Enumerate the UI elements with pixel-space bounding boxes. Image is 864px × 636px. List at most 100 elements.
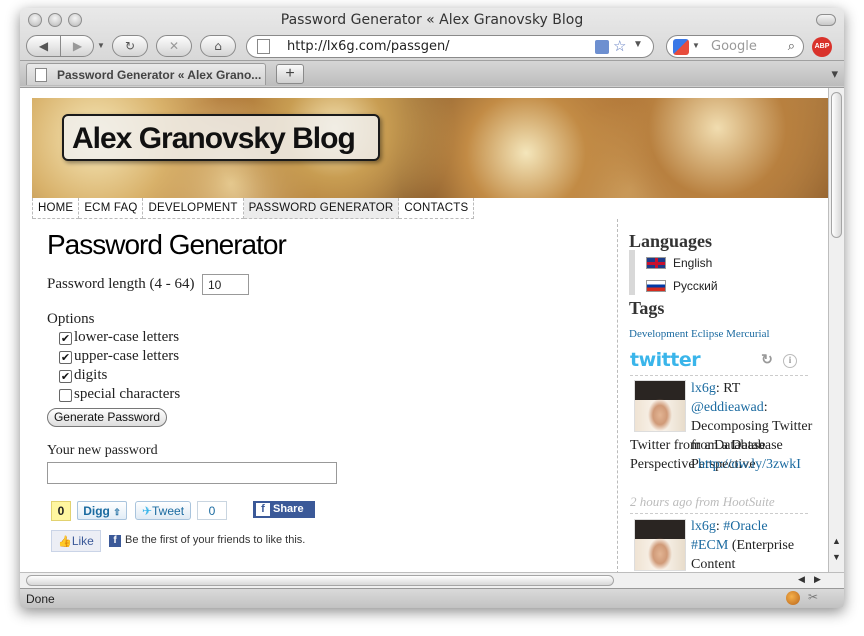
home-icon[interactable]: ⌂ xyxy=(200,35,236,57)
browser-chrome: Password Generator « Alex Granovsky Blog… xyxy=(20,8,844,88)
blog-title: Alex Granovsky Blog xyxy=(72,122,356,155)
nav-home[interactable]: HOME xyxy=(33,198,80,219)
generate-password-button[interactable]: Generate Password xyxy=(47,408,167,427)
tweet-hashtag-ecm[interactable]: #ECM xyxy=(691,538,728,553)
page-title: Password Generator xyxy=(47,229,287,260)
search-engine-dropdown-icon[interactable]: ▼ xyxy=(692,41,700,50)
nav-contacts[interactable]: CONTACTS xyxy=(399,198,475,219)
thumbs-up-icon: 👍 xyxy=(58,536,72,548)
tweet-link[interactable]: http://ow.ly/3zwkI xyxy=(698,457,801,472)
digg-count: 0 xyxy=(51,501,71,521)
browser-window: Password Generator « Alex Granovsky Blog… xyxy=(20,8,844,608)
window-title: Password Generator « Alex Granovsky Blog xyxy=(280,12,584,28)
blog-logo[interactable]: Alex Granovsky Blog xyxy=(62,114,380,161)
status-text: Done xyxy=(26,592,55,606)
facebook-like-button[interactable]: 👍Like xyxy=(51,530,101,552)
status-bar: Done ✂ xyxy=(20,588,844,608)
tweet-meta: 2 hours ago from HootSuite xyxy=(630,494,775,509)
lowercase-checkbox[interactable]: ✔ xyxy=(59,332,72,345)
page-content: Alex Granovsky Blog HOME ECM FAQ DEVELOP… xyxy=(20,88,828,572)
vertical-scroll-thumb[interactable] xyxy=(831,92,842,238)
tag-eclipse[interactable]: Eclipse xyxy=(691,328,723,340)
tweet-prefix: : RT xyxy=(715,381,741,396)
scroll-left-icon[interactable]: ◀ xyxy=(798,574,805,585)
password-generator-form: Password Generator Password length (4 - … xyxy=(47,219,617,572)
search-box[interactable]: ▼ Google ⌕ xyxy=(666,35,804,58)
new-tab-button[interactable]: + xyxy=(276,64,304,84)
adblock-icon[interactable]: ABP xyxy=(812,37,832,57)
like-text: Be the first of your friends to like thi… xyxy=(125,534,306,546)
new-password-field[interactable] xyxy=(47,462,337,484)
digg-up-icon: ⇧ xyxy=(113,507,121,517)
lowercase-label: lower-case letters xyxy=(74,329,180,345)
puzzle-icon[interactable]: ✂ xyxy=(808,590,818,604)
addon-icon[interactable] xyxy=(786,591,800,605)
vertical-scrollbar[interactable]: ▲ ▼ xyxy=(828,88,844,572)
twitter-bird-icon: ✈ xyxy=(141,504,153,518)
password-length-input[interactable]: 10 xyxy=(202,274,249,295)
tag-development[interactable]: Development xyxy=(629,328,688,340)
google-icon[interactable] xyxy=(673,39,689,55)
search-input[interactable]: Google xyxy=(711,39,757,54)
tweet-mention-link[interactable]: @eddieawad xyxy=(691,400,764,415)
tweet-count: 0 xyxy=(197,501,227,520)
sidebar: Languages English Русский Tags Developme… xyxy=(617,219,819,572)
special-characters-label: special characters xyxy=(74,386,181,402)
horizontal-scrollbar[interactable]: ◀ ▶ xyxy=(20,572,844,588)
new-password-label: Your new password xyxy=(47,443,158,458)
languages-bar xyxy=(629,250,635,295)
toolbar-toggle-button[interactable] xyxy=(816,14,836,26)
facebook-icon: f xyxy=(256,503,270,516)
facebook-share-button[interactable]: f Share xyxy=(253,501,315,518)
page-icon xyxy=(257,39,270,54)
divider xyxy=(630,513,808,514)
blog-nav: HOME ECM FAQ DEVELOPMENT PASSWORD GENERA… xyxy=(32,198,475,219)
tweet-1-continued: Twitter from a Database Perspective http… xyxy=(630,436,806,474)
nav-password-generator[interactable]: PASSWORD GENERATOR xyxy=(243,198,400,219)
like-label: Like xyxy=(71,534,94,548)
tweet-button[interactable]: ✈Tweet xyxy=(135,501,191,520)
digits-checkbox[interactable]: ✔ xyxy=(59,370,72,383)
horizontal-scroll-thumb[interactable] xyxy=(26,575,614,586)
stop-icon[interactable]: ✕ xyxy=(156,35,192,57)
uppercase-label: upper-case letters xyxy=(74,348,180,364)
tweet-user-link[interactable]: lx6g xyxy=(691,519,716,534)
forward-icon[interactable]: ▶ xyxy=(61,36,94,56)
nav-development[interactable]: DEVELOPMENT xyxy=(143,198,244,219)
length-label: Password length (4 - 64) xyxy=(47,276,195,292)
reload-icon[interactable]: ↻ xyxy=(112,35,148,57)
special-characters-checkbox[interactable] xyxy=(59,389,72,402)
tweet-hashtag-oracle[interactable]: #Oracle xyxy=(723,519,767,534)
nav-ecm-faq[interactable]: ECM FAQ xyxy=(79,198,144,219)
uppercase-checkbox[interactable]: ✔ xyxy=(59,351,72,364)
tag-mercurial[interactable]: Mercurial xyxy=(726,328,769,340)
address-bar[interactable]: http://lx6g.com/passgen/ ☆ ▼ xyxy=(246,35,654,58)
history-dropdown-icon[interactable]: ▼ xyxy=(97,41,105,50)
uk-flag-icon xyxy=(646,257,666,269)
url-text[interactable]: http://lx6g.com/passgen/ xyxy=(287,39,450,54)
language-russian[interactable]: Русский xyxy=(673,279,718,293)
language-english[interactable]: English xyxy=(673,256,712,270)
back-forward-group: ◀ ▶ xyxy=(26,35,94,57)
refresh-icon[interactable]: ↻ xyxy=(760,354,774,368)
tags-heading: Tags xyxy=(629,298,665,318)
tab-password-generator[interactable]: Password Generator « Alex Grano... xyxy=(26,63,266,85)
scroll-up-icon[interactable]: ▲ xyxy=(832,536,841,546)
bookmark-star-icon[interactable]: ☆ xyxy=(613,37,626,55)
scroll-down-icon[interactable]: ▼ xyxy=(832,552,841,562)
digg-button[interactable]: Digg ⇧ xyxy=(77,501,127,520)
twitter-info-icon[interactable]: i xyxy=(783,354,797,368)
share-label: Share xyxy=(273,503,304,515)
rss-icon[interactable] xyxy=(595,40,609,54)
scroll-right-icon[interactable]: ▶ xyxy=(814,574,821,585)
back-icon[interactable]: ◀ xyxy=(27,36,61,56)
tab-bar: Password Generator « Alex Grano... + ▾ xyxy=(20,60,844,86)
url-dropdown-icon[interactable]: ▼ xyxy=(633,39,643,50)
russia-flag-icon xyxy=(646,280,666,292)
options-label: Options xyxy=(47,311,95,327)
facebook-icon: f xyxy=(109,535,121,547)
search-icon[interactable]: ⌕ xyxy=(788,38,795,54)
tab-list-icon[interactable]: ▾ xyxy=(831,66,838,82)
tweet-user-link[interactable]: lx6g xyxy=(691,381,716,396)
digits-label: digits xyxy=(74,367,108,383)
